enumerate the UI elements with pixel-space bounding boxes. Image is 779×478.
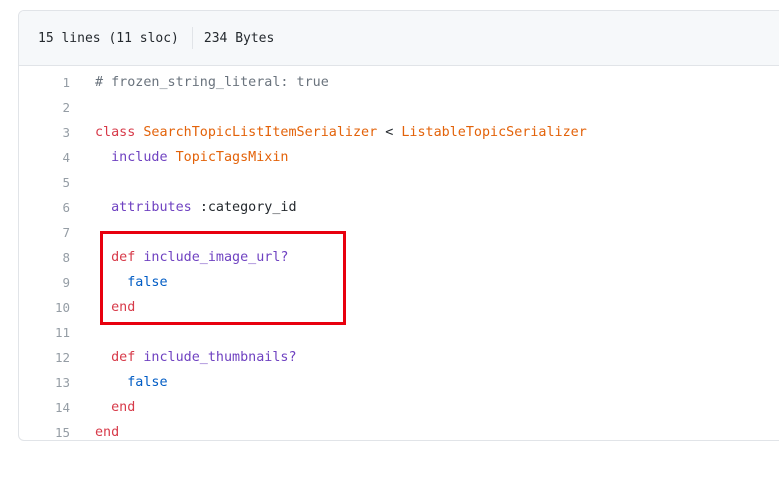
line-number[interactable]: 12 xyxy=(19,345,70,370)
line-number[interactable]: 13 xyxy=(19,370,70,395)
code-token: end xyxy=(95,425,120,440)
line-number[interactable]: 7 xyxy=(19,220,70,245)
code-text: end xyxy=(70,420,120,440)
code-line: 6 attributes :category_id xyxy=(19,195,779,220)
code-token: # frozen_string_literal: true xyxy=(95,75,329,90)
line-number[interactable]: 8 xyxy=(19,245,70,270)
divider xyxy=(191,27,193,49)
code-token: class xyxy=(95,125,144,140)
code-token: ListableTopicSerializer xyxy=(401,125,587,140)
code-line: 2 xyxy=(19,95,779,120)
line-number[interactable]: 9 xyxy=(19,270,70,295)
file-viewer: 15 lines (11 sloc) 234 Bytes 1 # frozen_s… xyxy=(18,10,779,441)
line-number[interactable]: 10 xyxy=(19,295,70,320)
code-line: 13 false xyxy=(19,370,779,395)
line-number[interactable]: 15 xyxy=(19,420,70,440)
line-number[interactable]: 11 xyxy=(19,320,70,345)
file-info-bar: 15 lines (11 sloc) 234 Bytes xyxy=(19,11,779,66)
line-number[interactable]: 14 xyxy=(19,395,70,420)
line-number[interactable]: 5 xyxy=(19,170,70,195)
code-token: end xyxy=(95,400,136,415)
line-count: 15 lines (11 sloc) xyxy=(38,30,179,46)
line-number[interactable]: 6 xyxy=(19,195,70,220)
line-number[interactable]: 1 xyxy=(19,70,70,95)
code-token: SearchTopicListItemSerializer xyxy=(143,125,378,140)
code-token: include xyxy=(95,150,176,165)
code-token: def xyxy=(95,350,144,365)
code-line: 4 include TopicTagsMixin xyxy=(19,145,779,170)
code-token: TopicTagsMixin xyxy=(175,150,289,165)
code-line: 15 end xyxy=(19,420,779,440)
code-token: include_thumbnails? xyxy=(143,350,297,365)
code-token: attributes xyxy=(95,200,200,215)
code-line: 1 # frozen_string_literal: true xyxy=(19,70,779,95)
code-text: include TopicTagsMixin xyxy=(70,145,289,170)
code-text: end xyxy=(70,395,135,420)
code-line: 14 end xyxy=(19,395,779,420)
code-token: false xyxy=(95,375,168,390)
code-text: false xyxy=(70,370,168,395)
code-text: attributes :category_id xyxy=(70,195,297,220)
code-line: 12 def include_thumbnails? xyxy=(19,345,779,370)
code-text: class SearchTopicListItemSerializer < Li… xyxy=(70,120,587,145)
line-number[interactable]: 2 xyxy=(19,95,70,120)
line-number[interactable]: 4 xyxy=(19,145,70,170)
code-token: :category_id xyxy=(199,200,297,215)
file-size: 234 Bytes xyxy=(203,30,275,46)
code-text: # frozen_string_literal: true xyxy=(70,70,329,95)
code-line: 5 xyxy=(19,170,779,195)
highlight-annotation-box xyxy=(100,231,346,325)
code-text: def include_thumbnails? xyxy=(70,345,297,370)
code-token: < xyxy=(377,125,402,140)
code-line: 3 class SearchTopicListItemSerializer < L… xyxy=(19,120,779,145)
line-number[interactable]: 3 xyxy=(19,120,70,145)
